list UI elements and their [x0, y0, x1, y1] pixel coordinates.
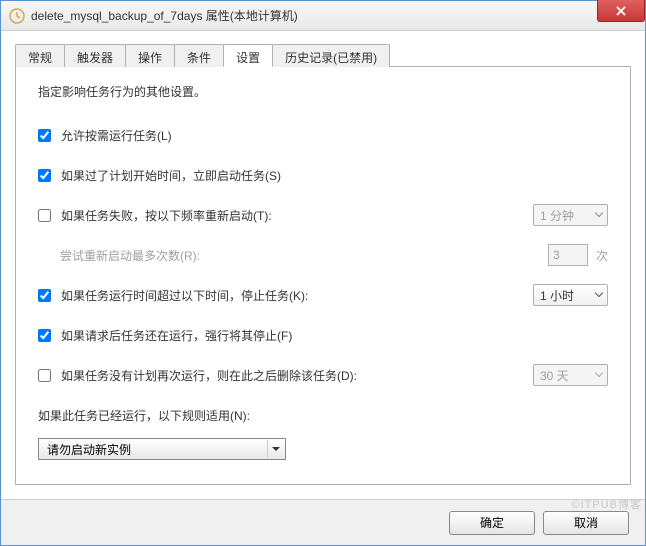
- tab-history[interactable]: 历史记录(已禁用): [272, 44, 390, 67]
- row-start-missed: 如果过了计划开始时间，立即启动任务(S): [38, 164, 608, 186]
- clock-icon: [9, 8, 25, 24]
- select-delete-after-value: 30 天: [540, 367, 569, 384]
- settings-panel: 指定影响任务行为的其他设置。 允许按需运行任务(L) 如果过了计划开始时间，立即…: [15, 67, 631, 485]
- select-stop-duration[interactable]: 1 小时: [533, 284, 608, 306]
- tab-actions[interactable]: 操作: [125, 44, 175, 67]
- label-retry-max: 尝试重新启动最多次数(R):: [60, 247, 548, 264]
- cancel-button[interactable]: 取消: [543, 511, 629, 535]
- panel-intro: 指定影响任务行为的其他设置。: [38, 83, 608, 100]
- properties-dialog: delete_mysql_backup_of_7days 属性(本地计算机) 常…: [0, 0, 646, 546]
- tab-triggers[interactable]: 触发器: [64, 44, 126, 67]
- chevron-down-icon: [267, 440, 283, 458]
- label-start-missed: 如果过了计划开始时间，立即启动任务(S): [61, 167, 281, 184]
- row-restart-fail: 如果任务失败，按以下频率重新启动(T): 1 分钟: [38, 204, 608, 226]
- dialog-footer: 确定 取消: [1, 499, 645, 545]
- select-delete-after[interactable]: 30 天: [533, 364, 608, 386]
- select-if-running-rule[interactable]: 请勿启动新实例: [38, 438, 286, 460]
- content-area: 常规 触发器 操作 条件 设置 历史记录(已禁用) 指定影响任务行为的其他设置。…: [1, 31, 645, 499]
- checkbox-delete-task[interactable]: [38, 369, 51, 382]
- label-stop-long: 如果任务运行时间超过以下时间，停止任务(K):: [61, 287, 308, 304]
- titlebar: delete_mysql_backup_of_7days 属性(本地计算机): [1, 1, 645, 31]
- select-if-running-value: 请勿启动新实例: [47, 441, 131, 458]
- window-title: delete_mysql_backup_of_7days 属性(本地计算机): [31, 7, 298, 24]
- row-if-running: 如果此任务已经运行，以下规则适用(N):: [38, 404, 608, 426]
- tab-general[interactable]: 常规: [15, 44, 65, 67]
- label-if-running: 如果此任务已经运行，以下规则适用(N):: [38, 407, 250, 424]
- label-restart-fail: 如果任务失败，按以下频率重新启动(T):: [61, 207, 272, 224]
- chevron-down-icon: [595, 293, 603, 298]
- row-force-stop: 如果请求后任务还在运行，强行将其停止(F): [38, 324, 608, 346]
- select-restart-interval[interactable]: 1 分钟: [533, 204, 608, 226]
- checkbox-restart-fail[interactable]: [38, 209, 51, 222]
- tab-settings[interactable]: 设置: [223, 44, 273, 67]
- row-retry-max: 尝试重新启动最多次数(R): 次: [38, 244, 608, 266]
- chevron-down-icon: [595, 213, 603, 218]
- label-force-stop: 如果请求后任务还在运行，强行将其停止(F): [61, 327, 292, 344]
- close-button[interactable]: [597, 0, 645, 22]
- input-retry-max[interactable]: [548, 244, 588, 266]
- label-allow-demand: 允许按需运行任务(L): [61, 127, 172, 144]
- label-retry-unit: 次: [596, 247, 608, 264]
- ok-button[interactable]: 确定: [449, 511, 535, 535]
- select-stop-duration-value: 1 小时: [540, 287, 574, 304]
- checkbox-force-stop[interactable]: [38, 329, 51, 342]
- chevron-down-icon: [595, 373, 603, 378]
- checkbox-allow-demand[interactable]: [38, 129, 51, 142]
- tab-conditions[interactable]: 条件: [174, 44, 224, 67]
- close-icon: [616, 6, 626, 16]
- row-delete-task: 如果任务没有计划再次运行，则在此之后删除该任务(D): 30 天: [38, 364, 608, 386]
- row-allow-demand: 允许按需运行任务(L): [38, 124, 608, 146]
- tab-strip: 常规 触发器 操作 条件 设置 历史记录(已禁用): [15, 43, 631, 67]
- row-stop-long: 如果任务运行时间超过以下时间，停止任务(K): 1 小时: [38, 284, 608, 306]
- checkbox-stop-long[interactable]: [38, 289, 51, 302]
- checkbox-start-missed[interactable]: [38, 169, 51, 182]
- label-delete-task: 如果任务没有计划再次运行，则在此之后删除该任务(D):: [61, 367, 357, 384]
- select-restart-interval-value: 1 分钟: [540, 207, 574, 224]
